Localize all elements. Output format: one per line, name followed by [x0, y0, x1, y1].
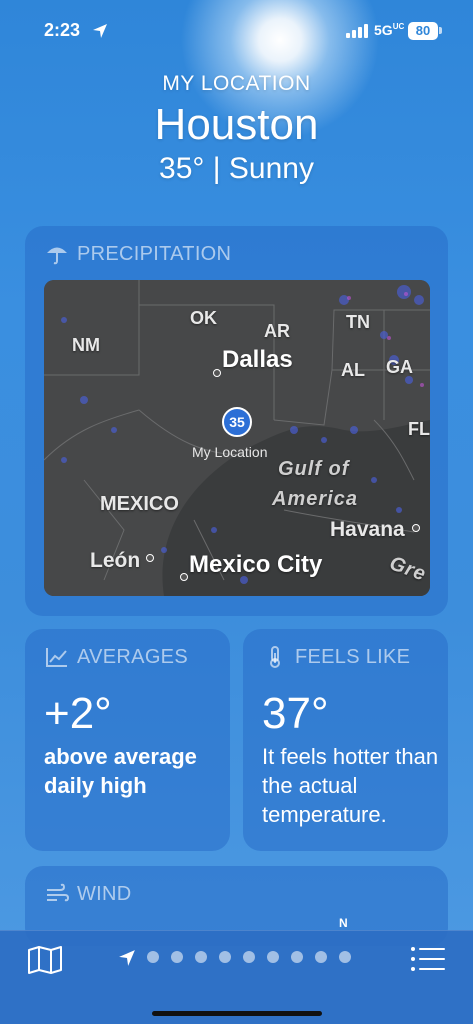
page-dot — [315, 951, 327, 963]
battery-icon: 80 — [408, 22, 438, 40]
averages-value: +2° — [44, 689, 112, 738]
dallas-marker — [213, 369, 221, 377]
page-dot — [171, 951, 183, 963]
page-dot — [339, 951, 351, 963]
map-label-gulf-line2: America — [272, 488, 358, 510]
signal-bars-icon — [346, 24, 368, 38]
trend-chart-icon — [46, 648, 67, 667]
map-label-dallas: Dallas — [222, 346, 293, 373]
my-location-pin[interactable]: 35 — [222, 407, 252, 437]
page-dot — [195, 951, 207, 963]
wind-title: WIND — [45, 882, 132, 906]
page-dot — [243, 951, 255, 963]
thermometer-icon — [270, 646, 280, 668]
location-header: MY LOCATION Houston 35° | Sunny — [0, 72, 473, 186]
list-icon[interactable] — [410, 945, 446, 973]
umbrella-icon — [47, 247, 67, 265]
page-dot — [147, 951, 159, 963]
havana-marker — [412, 524, 420, 532]
map-label-ga: GA — [386, 357, 413, 377]
battery-tip — [439, 27, 442, 34]
status-time: 2:23 — [44, 20, 81, 40]
map-label-havana: Havana — [330, 518, 405, 541]
my-location-label: My Location — [192, 444, 268, 460]
map-label-leon: León — [90, 549, 141, 572]
status-bar: 2:23 5GUC 80 — [0, 0, 473, 62]
map-label-nm: NM — [72, 335, 100, 355]
precipitation-map[interactable]: OK NM AR TN AL GA FL Dallas 35 My Locati… — [44, 280, 430, 596]
map-label-fl: FL — [408, 419, 430, 439]
location-arrow-icon — [93, 24, 107, 38]
current-location-icon[interactable] — [118, 949, 136, 967]
home-indicator[interactable] — [152, 1011, 322, 1016]
current-conditions: 35° | Sunny — [159, 152, 314, 185]
precipitation-card[interactable]: PRECIPITATION OK NM AR TN AL GA FL Dalla… — [25, 226, 448, 616]
bottom-toolbar — [0, 930, 473, 1024]
feels-like-title: FEELS LIKE — [263, 645, 410, 669]
network-type: 5GUC — [374, 22, 405, 38]
feels-like-description: It feels hotter than the actual temperat… — [262, 744, 439, 827]
averages-description: above average daily high — [44, 744, 197, 798]
wind-icon — [47, 883, 69, 902]
page-dot — [219, 951, 231, 963]
map-label-mexico-city: Mexico City — [189, 551, 323, 578]
precipitation-title: PRECIPITATION — [45, 242, 231, 266]
map-label-al: AL — [341, 360, 365, 380]
map-label-ar: AR — [264, 321, 290, 341]
averages-title: AVERAGES — [45, 645, 188, 669]
page-dot — [267, 951, 279, 963]
feels-like-value: 37° — [262, 689, 329, 738]
map-icon[interactable] — [27, 945, 63, 975]
map-label-tn: TN — [346, 312, 370, 332]
feels-like-card[interactable]: FEELS LIKE 37° It feels hotter than the … — [243, 629, 448, 851]
leon-marker — [146, 554, 154, 562]
map-label-ok: OK — [190, 308, 217, 328]
page-indicator[interactable] — [147, 951, 351, 963]
mexico-city-marker — [180, 573, 188, 581]
map-label-gulf-line1: Gulf of — [278, 458, 350, 480]
compass-north: N — [339, 916, 348, 930]
page-dot — [291, 951, 303, 963]
map-label-mexico: MEXICO — [100, 493, 179, 515]
location-label: MY LOCATION — [162, 72, 311, 95]
averages-card[interactable]: AVERAGES +2° above average daily high — [25, 629, 230, 851]
city-name: Houston — [154, 100, 319, 149]
